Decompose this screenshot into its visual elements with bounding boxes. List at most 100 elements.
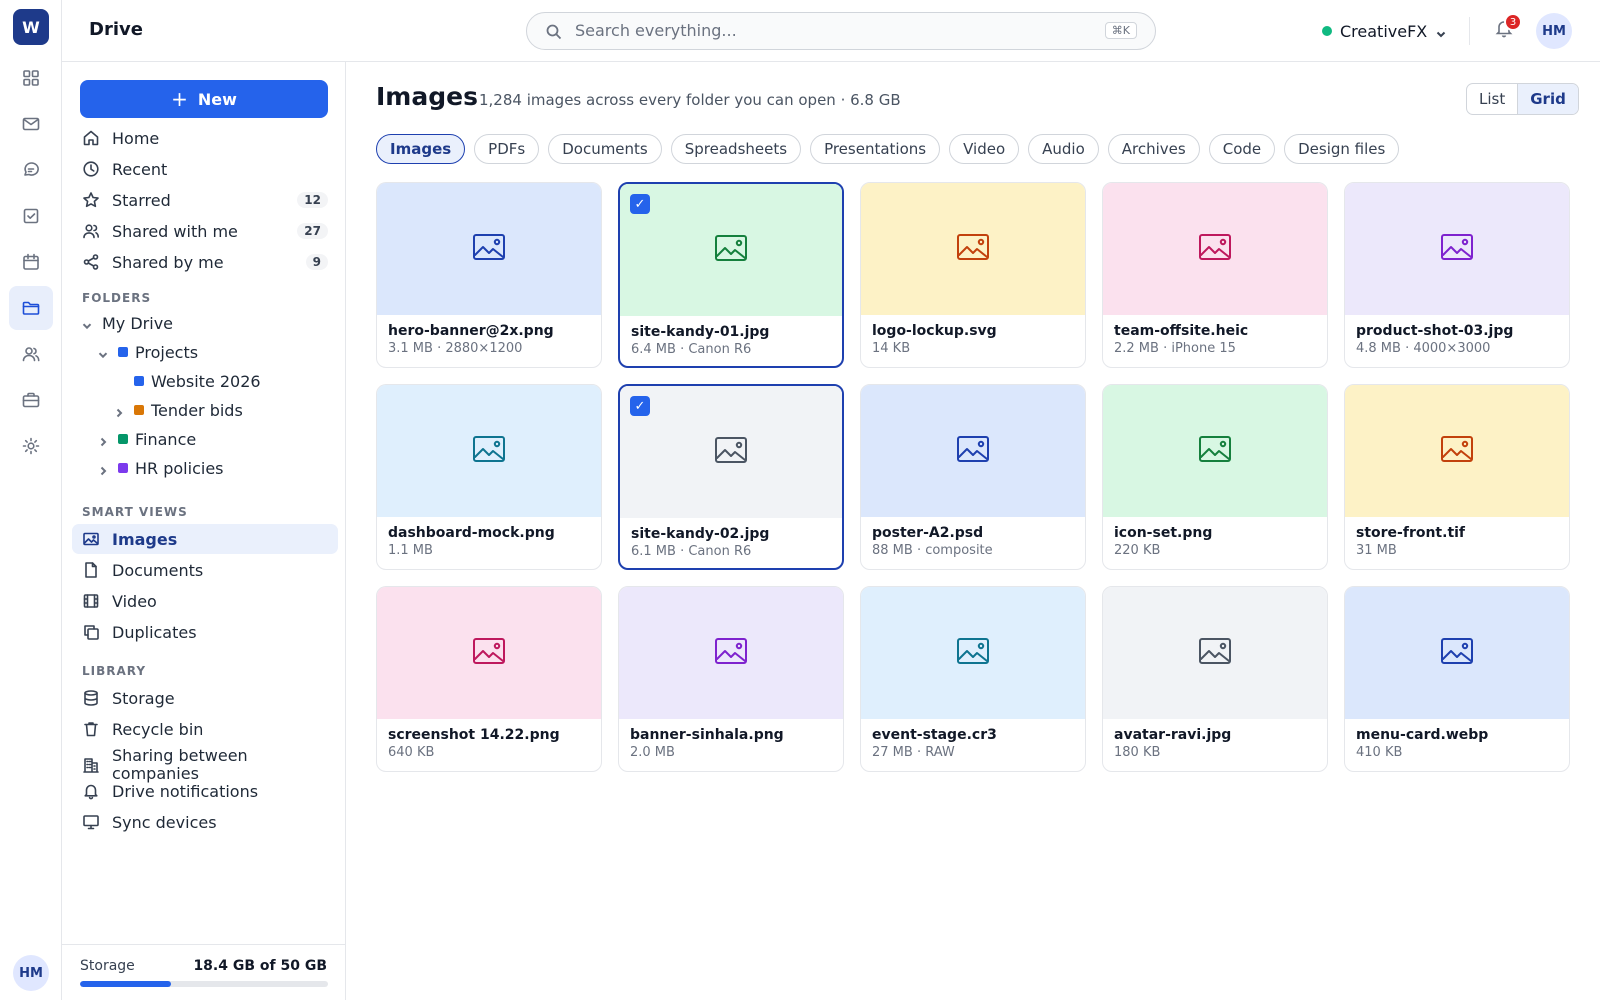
filter-chip-archives[interactable]: Archives [1107,134,1200,164]
file-thumbnail[interactable] [1103,385,1327,517]
file-card[interactable]: team-offsite.heic 2.2 MB · iPhone 15 [1102,182,1328,368]
file-thumbnail[interactable] [1103,183,1327,315]
file-card[interactable]: banner-sinhala.png 2.0 MB [618,586,844,772]
tree-item-website-2026[interactable]: Website 2026 [134,369,261,393]
file-thumbnail[interactable] [377,183,601,315]
document-icon [82,561,100,579]
settings-icon[interactable] [9,424,53,468]
tasks-icon[interactable] [9,194,53,238]
sidebar-item-sync-devices[interactable]: Sync devices [72,807,338,837]
new-button[interactable]: + New [80,80,328,118]
monitor-icon [82,813,100,831]
filter-chip-presentations[interactable]: Presentations [810,134,941,164]
folder-icon[interactable] [9,286,53,330]
chevron-right-icon[interactable] [98,432,112,447]
sidebar-item-duplicates[interactable]: Duplicates [72,617,338,647]
file-card[interactable]: screenshot 14.22.png 640 KB [376,586,602,772]
file-card[interactable]: icon-set.png 220 KB [1102,384,1328,570]
image-icon [472,233,506,265]
calendar-icon[interactable] [9,240,53,284]
file-thumbnail[interactable] [861,183,1085,315]
sidebar-item-storage[interactable]: Storage [72,683,338,713]
file-thumbnail[interactable] [861,385,1085,517]
tree-item-hr-policies[interactable]: HR policies [98,456,224,480]
briefcase-icon[interactable] [9,378,53,422]
user-avatar[interactable]: HM [1536,13,1572,49]
search-icon [545,23,563,41]
file-thumbnail[interactable] [620,184,842,316]
image-icon [472,435,506,467]
file-card[interactable]: dashboard-mock.png 1.1 MB [376,384,602,570]
sidebar-item-starred[interactable]: Starred 12 [72,185,338,215]
chevron-right-icon[interactable] [114,403,128,418]
search-input[interactable]: Search everything... ⌘K [526,12,1156,50]
file-thumbnail[interactable] [1103,587,1327,719]
chevron-right-icon[interactable] [98,461,112,476]
filter-chip-video[interactable]: Video [949,134,1020,164]
page-title: Images [376,82,478,111]
workspace-switcher[interactable]: CreativeFX [1322,18,1447,44]
list-view-button[interactable]: List [1467,84,1517,114]
divider [62,944,346,945]
file-thumbnail[interactable] [1345,587,1569,719]
image-icon [1198,233,1232,265]
tree-item-my-drive[interactable]: My Drive [82,311,173,335]
file-name: event-stage.cr3 [872,727,997,743]
file-thumbnail[interactable] [377,385,601,517]
sidebar-item-documents[interactable]: Documents [72,555,338,585]
people-icon[interactable] [9,332,53,376]
file-thumbnail[interactable] [619,587,843,719]
file-card[interactable]: logo-lockup.svg 14 KB [860,182,1086,368]
tree-item-tender-bids[interactable]: Tender bids [114,398,243,422]
filter-chip-code[interactable]: Code [1208,134,1276,164]
count-badge: 12 [297,192,328,208]
file-card[interactable]: ✓ site-kandy-02.jpg 6.1 MB · Canon R6 [618,384,844,570]
sidebar-item-shared-by-me[interactable]: Shared by me 9 [72,247,338,277]
file-thumbnail[interactable] [861,587,1085,719]
file-name: avatar-ravi.jpg [1114,727,1232,743]
grid-icon[interactable] [9,56,53,100]
filter-chip-images[interactable]: Images [376,134,466,164]
avatar[interactable]: HM [13,955,49,991]
folder-color-dot [134,405,144,415]
search-placeholder: Search everything... [575,21,737,40]
sidebar-item-recent[interactable]: Recent [72,154,338,184]
workspace-logo[interactable]: W [13,9,49,45]
star-icon [82,191,100,209]
chevron-down-icon[interactable] [98,345,112,359]
selection-checkbox[interactable]: ✓ [630,396,650,416]
filter-chip-audio[interactable]: Audio [1028,134,1099,164]
tree-item-projects[interactable]: Projects [98,340,198,364]
file-card[interactable]: product-shot-03.jpg 4.8 MB · 4000×3000 [1344,182,1570,368]
sidebar-item-home[interactable]: Home [72,123,338,153]
filter-chip-design-files[interactable]: Design files [1284,134,1400,164]
file-meta: 31 MB [1356,543,1397,558]
filter-chip-documents[interactable]: Documents [548,134,662,164]
sidebar-item-video[interactable]: Video [72,586,338,616]
file-card[interactable]: avatar-ravi.jpg 180 KB [1102,586,1328,772]
selection-checkbox[interactable]: ✓ [630,194,650,214]
sidebar-item-drive-notifications[interactable]: Drive notifications [72,776,338,806]
file-card[interactable]: event-stage.cr3 27 MB · RAW [860,586,1086,772]
file-card[interactable]: hero-banner@2x.png 3.1 MB · 2880×1200 [376,182,602,368]
filter-chip-spreadsheets[interactable]: Spreadsheets [670,134,802,164]
sidebar-item-recycle-bin[interactable]: Recycle bin [72,714,338,744]
file-card[interactable]: menu-card.webp 410 KB [1344,586,1570,772]
sidebar-item-shared-with-me[interactable]: Shared with me 27 [72,216,338,246]
grid-view-button[interactable]: Grid [1517,84,1578,114]
file-card[interactable]: poster-A2.psd 88 MB · composite [860,384,1086,570]
chat-icon[interactable] [9,148,53,192]
file-thumbnail[interactable] [1345,385,1569,517]
file-meta: 220 KB [1114,543,1161,558]
tree-item-finance[interactable]: Finance [98,427,196,451]
chevron-down-icon[interactable] [82,316,96,330]
file-thumbnail[interactable] [377,587,601,719]
file-card[interactable]: ✓ site-kandy-01.jpg 6.4 MB · Canon R6 [618,182,844,368]
file-card[interactable]: store-front.tif 31 MB [1344,384,1570,570]
file-thumbnail[interactable] [620,386,842,518]
sidebar-item-images[interactable]: Images [72,524,338,554]
filter-chip-pdfs[interactable]: PDFs [474,134,540,164]
mail-icon[interactable] [9,102,53,146]
notifications-button[interactable]: 3 [1494,13,1522,42]
file-thumbnail[interactable] [1345,183,1569,315]
